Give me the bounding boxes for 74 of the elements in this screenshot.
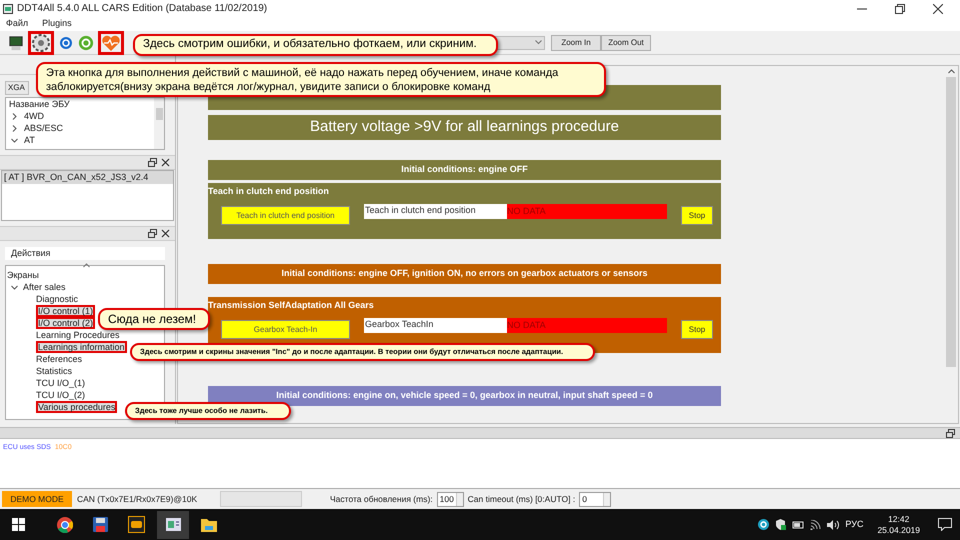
windows-start-icon[interactable] [12,518,25,531]
callout-note: Здесь смотрим ошибки, и обязательно фоткаем, или скриним. [133,34,498,56]
value-field: Gearbox TeachIn [364,318,507,333]
section-header: Initial conditions: engine OFF [208,160,721,180]
chevron-down-icon[interactable] [11,136,18,144]
banner: Battery voltage >9V for all learnings procedure [208,115,721,140]
tree-item[interactable]: 4WD [24,110,44,122]
clock-time[interactable]: 12:42 [888,514,910,524]
app-icon [3,4,13,14]
can-timeout-label: Can timeout (ms) [0:AUTO] : [468,492,576,506]
status-field: NO DATA [507,318,667,333]
tree-item[interactable]: References [36,353,82,365]
tree-item[interactable]: TCU I/O_(1) [36,377,86,389]
refresh-rate-label: Частота обновления (ms): [330,492,433,506]
car-diagnostic-icon[interactable] [128,516,145,533]
connection-status: CAN (Tx0x7E1/Rx0x7E9)@10K [77,492,198,506]
window-title: DDT4All 5.4.0 ALL CARS Edition (Database 11/02/2019) [17,2,268,16]
tree-item[interactable]: I/O control (2) [36,317,96,329]
restore-icon[interactable] [895,4,905,14]
shield-icon[interactable] [775,519,786,530]
close-icon[interactable] [161,158,170,167]
wifi-icon[interactable] [810,520,822,530]
action-button[interactable]: Teach in clutch end position [221,206,350,225]
refresh-rate-spinbox[interactable]: 100 [436,492,464,506]
action-button[interactable]: Gearbox Teach-In [221,320,350,339]
section-title: Teach in clutch end position [208,185,329,198]
can-timeout-spinbox[interactable]: 0 [579,492,612,506]
menu-item[interactable]: Plugins [42,17,72,31]
tree-item[interactable]: I/O control (1) [36,305,96,317]
tree-item[interactable]: ABS/ESC [24,122,64,134]
tree-item[interactable]: Diagnostic [36,293,78,305]
section-title: Transmission SelfAdaptation All Gears [208,299,374,312]
tree-item[interactable]: TCU I/O_(2) [36,389,86,401]
scrollbar[interactable] [154,98,164,149]
value-field: Teach in clutch end position [364,204,507,219]
speaker-icon[interactable] [827,520,840,530]
keyboard-language[interactable]: РУС [845,518,864,532]
tree-item[interactable]: Экраны [7,269,39,281]
close-icon[interactable] [933,4,943,14]
app-window-icon[interactable] [166,518,180,531]
monitor-icon[interactable] [8,34,24,52]
zoom-out-button[interactable]: Zoom Out [601,34,651,50]
tree-item[interactable]: Learnings information [36,341,127,353]
battery-icon[interactable] [792,520,804,529]
stop-button[interactable]: Stop [681,206,713,225]
tree-item[interactable]: After sales [23,281,66,293]
scroll-up-icon[interactable] [948,69,954,74]
chevron-down-icon[interactable] [11,284,18,290]
tree-item[interactable]: Statistics [36,365,72,377]
profile-combo[interactable]: XGA [5,81,29,95]
notifications-icon[interactable] [938,518,952,531]
browser-icon[interactable] [57,516,73,532]
callout-note: Сюда не лезем! [98,308,210,330]
zoom-in-button[interactable]: Zoom In [551,34,601,50]
scroll-up-icon[interactable] [83,263,90,268]
status-field: NO DATA [507,204,667,219]
folder-icon[interactable] [201,518,217,532]
demo-mode-badge: DEMO MODE [2,491,72,507]
float-icon[interactable] [148,229,157,238]
tree-header: Название ЭБУ [9,98,71,110]
tree-item[interactable]: Various procedures [36,401,118,413]
stop-button[interactable]: Stop [681,320,713,339]
callout-note: Эта кнопка для выполнения действий с машиной, её надо нажать перед обучением, иначе команда заблокируется(внизу экрана ведётся лог/журнал, увидите записи о блокировке команд [36,62,606,97]
menu-item[interactable]: Файл [6,17,28,31]
float-icon[interactable] [148,158,157,167]
close-icon[interactable] [161,229,170,238]
float-icon[interactable] [946,428,955,438]
section-header: Initial conditions: engine on, vehicle speed = 0, gearbox in neutral, input shaft speed = 0 [208,386,721,406]
ecu-list-item[interactable]: [ AT ] BVR_On_CAN_x52_JS3_v2.4 [2,171,173,184]
tree-item[interactable]: Learning Procedures [36,329,120,341]
tree-item[interactable]: AT [24,134,35,146]
section-header: Initial conditions: engine OFF, ignition ON, no errors on gearbox actuators or sensors [208,264,721,284]
clock-date[interactable]: 25.04.2019 [877,524,920,536]
actions-tab[interactable]: Действия [5,247,165,260]
